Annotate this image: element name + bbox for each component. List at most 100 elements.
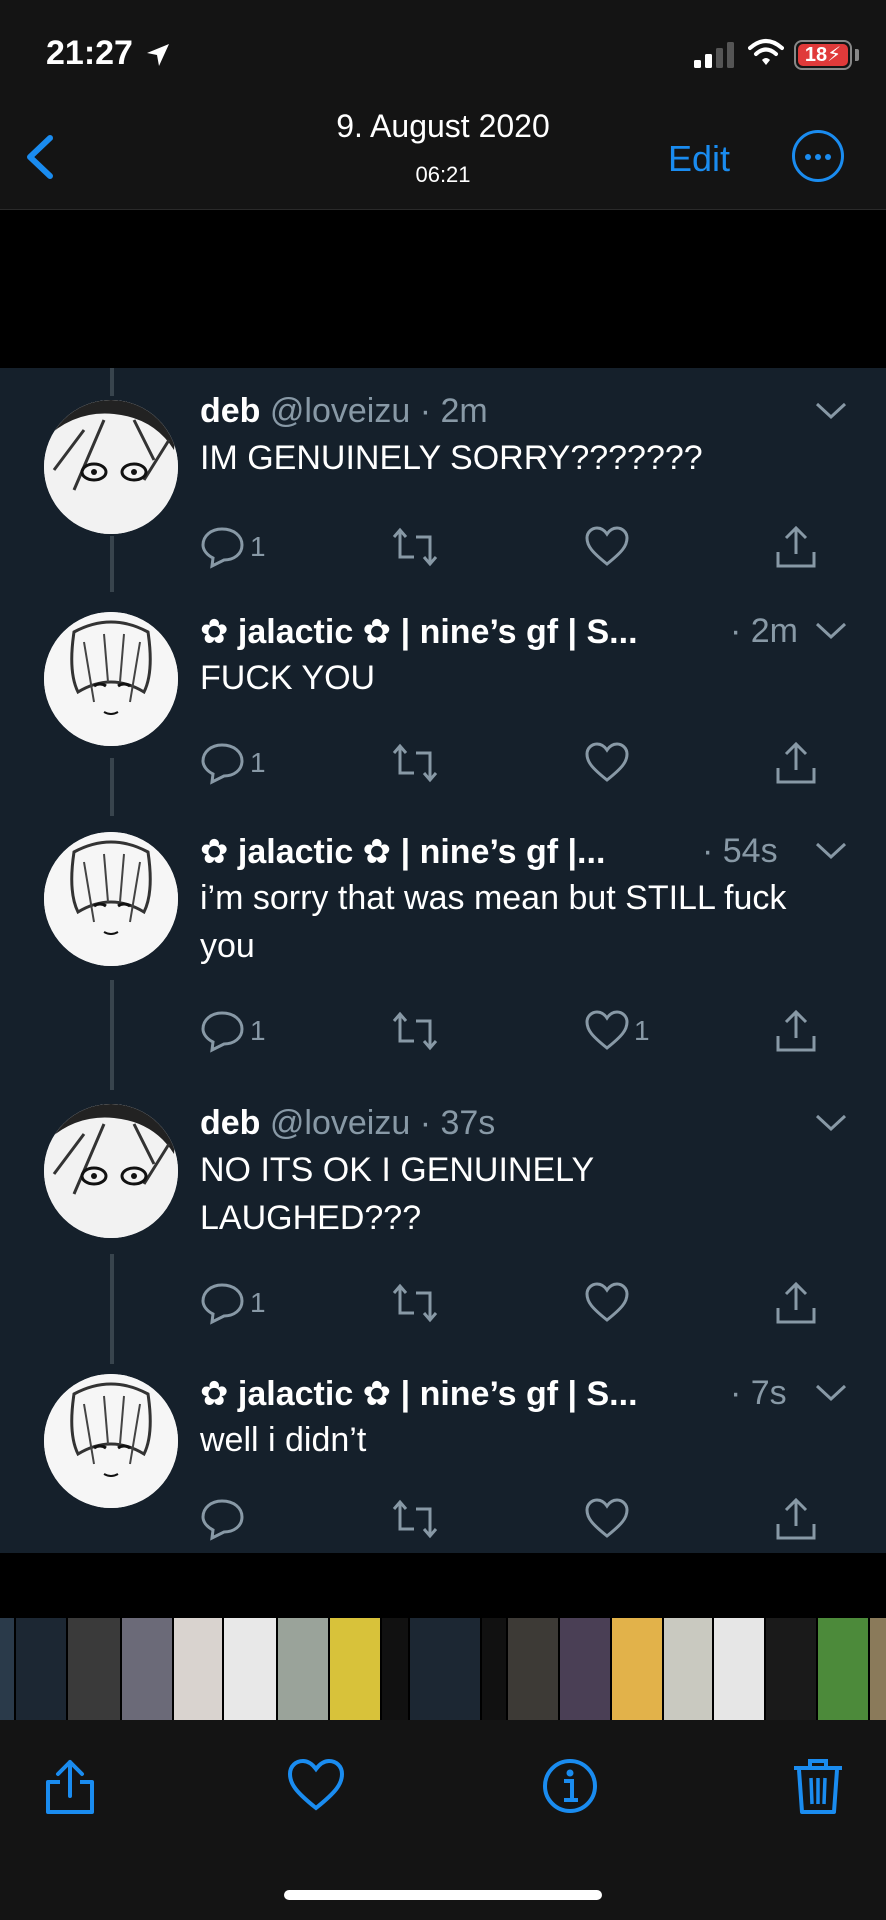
status-bar: 21:27 18⚡ <box>0 0 886 100</box>
battery-cap <box>855 49 859 61</box>
retweet-action[interactable] <box>390 738 440 788</box>
thread-line <box>110 536 114 592</box>
tweet-actions: 1 <box>200 1278 840 1328</box>
photo-thumbnail[interactable] <box>664 1618 712 1720</box>
photo-date: 9. August 2020 <box>336 108 550 144</box>
location-arrow-icon <box>147 44 169 66</box>
reply-action[interactable] <box>200 1494 250 1544</box>
like-action[interactable]: 1 <box>584 1006 650 1056</box>
tweet-text: FUCK YOU <box>200 659 376 697</box>
avatar <box>44 612 178 746</box>
photo-thumbnail[interactable] <box>612 1618 662 1720</box>
status-time: 21:27 <box>46 34 133 72</box>
reply-count: 1 <box>250 747 266 778</box>
like-action[interactable] <box>584 522 634 572</box>
tweet-actions: 1 1 <box>200 1006 840 1056</box>
photo-thumbnail[interactable] <box>870 1618 886 1720</box>
like-count: 1 <box>634 1015 650 1046</box>
cellular-signal-icon <box>694 42 734 68</box>
photo-thumbnail[interactable] <box>714 1618 764 1720</box>
reply-action[interactable]: 1 <box>200 1278 266 1328</box>
thread-line <box>110 1254 114 1364</box>
manga-avatar-image <box>44 400 178 534</box>
reply-action[interactable]: 1 <box>200 1006 266 1056</box>
like-action[interactable] <box>584 1278 634 1328</box>
avatar <box>44 1374 178 1508</box>
like-action[interactable] <box>584 1494 634 1544</box>
share-icon <box>776 1497 816 1540</box>
heart-icon <box>585 1010 629 1050</box>
share-icon <box>776 1281 816 1324</box>
tweet-header: ✿ jalactic ✿ | nine’s gf | S... · 7s <box>200 1374 840 1420</box>
like-action[interactable] <box>584 738 634 788</box>
photo-thumbnail[interactable] <box>68 1618 120 1720</box>
photo-thumbnail[interactable] <box>560 1618 610 1720</box>
photo-thumbnail[interactable] <box>382 1618 408 1720</box>
reply-action[interactable]: 1 <box>200 738 266 788</box>
photo-thumbnail[interactable] <box>508 1618 558 1720</box>
avatar <box>44 400 178 534</box>
heart-icon <box>585 742 629 782</box>
tweet-header: ✿ jalactic ✿ | nine’s gf |... · 54s <box>200 832 840 878</box>
photo-thumbnail[interactable] <box>0 1618 14 1720</box>
share-icon <box>776 525 816 568</box>
share-icon[interactable] <box>40 1756 100 1816</box>
chevron-down-icon[interactable] <box>814 620 848 642</box>
thread-line <box>110 758 114 816</box>
share-icon <box>776 741 816 784</box>
photo-thumbnail[interactable] <box>278 1618 328 1720</box>
info-icon[interactable] <box>540 1756 600 1816</box>
retweet-action[interactable] <box>390 1494 440 1544</box>
retweet-action[interactable] <box>390 1278 440 1328</box>
tweet-text: NO ITS OK I GENUINELY LAUGHED??? <box>200 1151 594 1237</box>
tweet-time: · 2m <box>730 612 798 650</box>
photo-thumbnail[interactable] <box>330 1618 380 1720</box>
more-options-icon[interactable] <box>792 130 844 182</box>
retweet-action[interactable] <box>390 522 440 572</box>
chevron-down-icon[interactable] <box>814 1382 848 1404</box>
reply-action[interactable]: 1 <box>200 522 266 572</box>
chevron-down-icon[interactable] <box>814 840 848 862</box>
manga-avatar-image <box>44 612 178 746</box>
share-action[interactable] <box>774 738 818 788</box>
favorite-heart-icon[interactable] <box>286 1756 346 1816</box>
tweet-time: · 7s <box>730 1374 787 1412</box>
photo-filmstrip <box>0 1618 886 1720</box>
manga-avatar-image <box>44 832 178 966</box>
handle-and-time: @loveizu · 2m <box>269 392 488 430</box>
edit-button[interactable]: Edit <box>668 138 730 180</box>
photo-thumbnail[interactable] <box>224 1618 276 1720</box>
display-name: ✿ jalactic ✿ | nine’s gf |... <box>200 833 606 871</box>
share-action[interactable] <box>774 522 818 572</box>
manga-avatar-image <box>44 1374 178 1508</box>
tweet-text: well i didn’t <box>200 1421 367 1459</box>
share-action[interactable] <box>774 1006 818 1056</box>
screenshot-tweet-thread: deb @loveizu · 2m IM GENUINELY SORRY????… <box>0 368 886 1553</box>
wifi-icon <box>748 39 784 65</box>
reply-count: 1 <box>250 531 266 562</box>
display-name: ✿ jalactic ✿ | nine’s gf | S... <box>200 1375 638 1413</box>
tweet-text: i’m sorry that was mean but STILL fuck y… <box>200 879 787 965</box>
retweet-action[interactable] <box>390 1006 440 1056</box>
trash-icon[interactable] <box>788 1756 848 1816</box>
photo-thumbnail[interactable] <box>482 1618 506 1720</box>
tweet-actions: 1 <box>200 522 840 572</box>
retweet-icon <box>392 743 438 783</box>
battery-indicator: 18⚡ <box>794 40 852 70</box>
reply-icon <box>201 743 244 785</box>
tweet-header: deb @loveizu · 37s <box>200 1104 840 1150</box>
photo-thumbnail[interactable] <box>122 1618 172 1720</box>
photo-thumbnail[interactable] <box>818 1618 868 1720</box>
share-icon <box>776 1009 816 1052</box>
photo-thumbnail[interactable] <box>410 1618 480 1720</box>
share-action[interactable] <box>774 1278 818 1328</box>
reply-icon <box>201 527 244 569</box>
chevron-down-icon[interactable] <box>814 1112 848 1134</box>
avatar <box>44 1104 178 1238</box>
chevron-down-icon[interactable] <box>814 400 848 422</box>
photo-thumbnail[interactable] <box>174 1618 222 1720</box>
share-action[interactable] <box>774 1494 818 1544</box>
photo-thumbnail[interactable] <box>16 1618 66 1720</box>
display-name: deb <box>200 392 261 430</box>
photo-thumbnail[interactable] <box>766 1618 816 1720</box>
